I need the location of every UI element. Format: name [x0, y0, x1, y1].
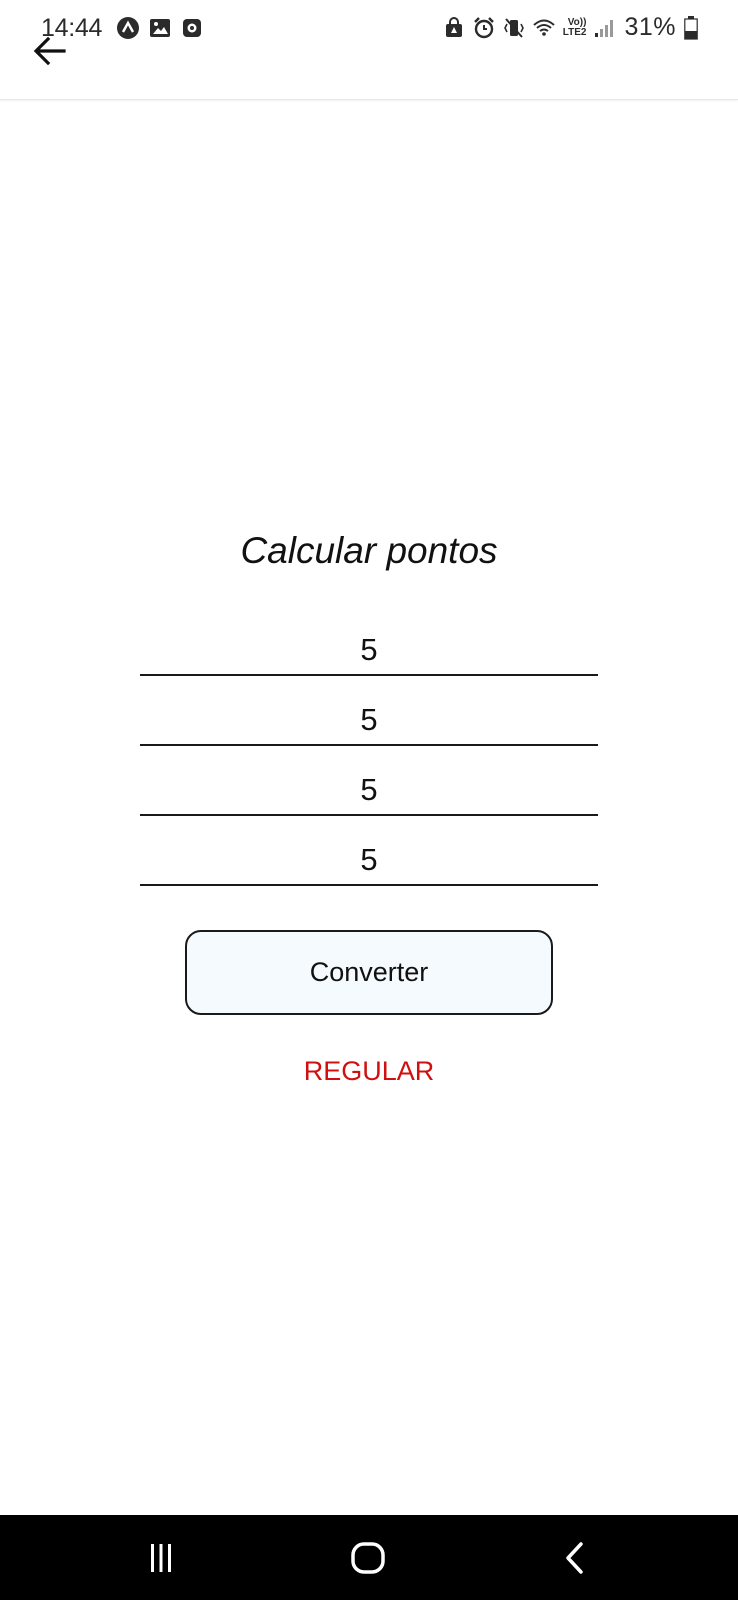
battery-percent: 31%	[624, 13, 676, 41]
result-text: REGULAR	[303, 1056, 435, 1086]
recent-apps-button[interactable]	[136, 1535, 186, 1581]
score-input-2[interactable]	[140, 696, 598, 746]
status-right-icons: Vo)) LTE2 31%	[443, 13, 698, 42]
navigation-app-icon	[117, 17, 139, 39]
secure-folder-icon	[445, 16, 462, 37]
volte-label: Vo))	[567, 16, 587, 28]
score-input-4[interactable]	[140, 836, 598, 886]
lte-label: LTE2	[562, 26, 587, 38]
nav-back-button[interactable]	[550, 1535, 600, 1581]
battery-icon	[684, 15, 698, 40]
vibrate-icon	[503, 17, 524, 38]
recent-apps-icon	[151, 1544, 171, 1572]
score-input-1[interactable]	[140, 626, 598, 676]
status-time: 14:44	[41, 14, 103, 42]
score-input-3[interactable]	[140, 766, 598, 816]
page-title: Calcular pontos	[240, 530, 498, 571]
gallery-icon	[150, 19, 170, 37]
home-icon	[351, 1542, 385, 1574]
wifi-icon	[533, 19, 555, 36]
lte-indicator: Vo)) LTE2	[562, 16, 587, 38]
alarm-icon	[473, 16, 494, 38]
media-icon	[183, 19, 201, 37]
back-icon	[566, 1542, 583, 1574]
signal-icon	[595, 19, 614, 37]
status-bar: 14:44 Vo)) LTE2 31%	[0, 0, 738, 60]
status-left-icons	[117, 17, 203, 39]
convert-button[interactable]: Converter	[185, 930, 553, 1015]
system-nav-bar	[0, 1515, 738, 1600]
home-button[interactable]	[343, 1535, 393, 1581]
